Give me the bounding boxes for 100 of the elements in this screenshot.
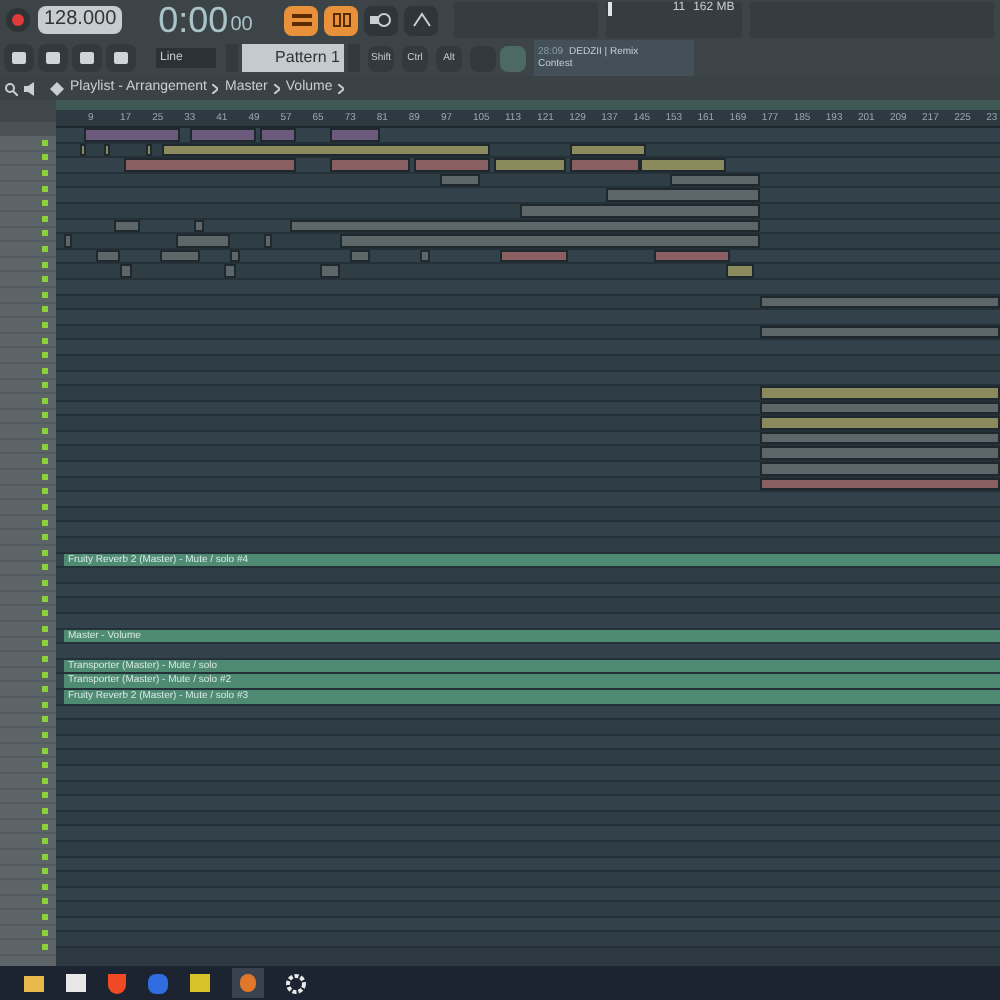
pattern-clip[interactable] <box>726 264 754 278</box>
pattern-clip[interactable] <box>176 234 230 248</box>
time-display: 0:00 <box>158 2 229 38</box>
track-mute-led[interactable] <box>42 488 48 495</box>
speaker-icon[interactable] <box>24 81 38 95</box>
pattern-clip[interactable] <box>194 219 204 233</box>
track-mute-led[interactable] <box>42 883 48 890</box>
track-mute-led[interactable] <box>42 671 48 678</box>
pattern-clip[interactable] <box>640 158 726 172</box>
track-mute-led[interactable] <box>42 898 48 905</box>
track-mute-led[interactable] <box>42 215 48 222</box>
track-mute-led[interactable] <box>42 823 48 830</box>
track-mute-led[interactable] <box>42 397 48 404</box>
loop-icon <box>370 12 393 28</box>
track-mute-led[interactable] <box>42 701 48 708</box>
track-mute-led[interactable] <box>42 807 48 814</box>
track-mute-led[interactable] <box>42 686 48 693</box>
track-mute-led[interactable] <box>42 321 48 328</box>
track-mute-led[interactable] <box>42 914 48 921</box>
track-mute-led[interactable] <box>42 291 48 298</box>
pattern-clip[interactable] <box>124 158 296 172</box>
track-mute-led[interactable] <box>42 382 48 389</box>
pattern-clip[interactable] <box>146 143 152 157</box>
track-mute-led[interactable] <box>42 580 48 587</box>
pattern-clip[interactable] <box>340 234 760 248</box>
pattern-clip[interactable] <box>264 234 272 248</box>
pattern-clip[interactable] <box>760 386 1000 400</box>
track-mute-led[interactable] <box>42 868 48 875</box>
pattern-clip[interactable] <box>494 158 566 172</box>
track-mute-led[interactable] <box>42 853 48 860</box>
track-mute-led[interactable] <box>42 944 48 951</box>
record-button[interactable] <box>6 8 30 32</box>
track-mute-led[interactable] <box>42 731 48 738</box>
track-mute-led[interactable] <box>42 154 48 161</box>
diamond-icon[interactable] <box>50 81 64 95</box>
pattern-clip[interactable] <box>104 143 110 157</box>
track-mute-led[interactable] <box>42 443 48 450</box>
track-mute-led[interactable] <box>42 352 48 359</box>
track-mute-led[interactable] <box>42 139 48 146</box>
track-mute-led[interactable] <box>42 245 48 252</box>
pattern-clip[interactable] <box>606 188 760 202</box>
track-mute-led[interactable] <box>42 367 48 374</box>
pattern-clip[interactable] <box>570 158 640 172</box>
metronome-button[interactable] <box>284 5 319 35</box>
track-mute-led[interactable] <box>42 549 48 556</box>
tempo-display[interactable]: 128.000 <box>38 6 123 34</box>
settings-icon[interactable] <box>286 973 306 993</box>
online-button[interactable] <box>500 45 526 71</box>
pattern-clip[interactable] <box>64 234 72 248</box>
wait-button[interactable] <box>404 5 439 35</box>
search-icon[interactable] <box>4 81 18 95</box>
track-mute-led[interactable] <box>42 534 48 541</box>
track-mute-led[interactable] <box>42 412 48 419</box>
bars-icon <box>291 14 312 26</box>
pattern-clip[interactable] <box>760 416 1000 430</box>
pattern-clip[interactable] <box>330 158 410 172</box>
track-mute-led[interactable] <box>42 792 48 799</box>
pattern-clip[interactable] <box>84 128 180 142</box>
track-mute-led[interactable] <box>42 610 48 617</box>
pattern-clip[interactable] <box>760 462 1000 476</box>
track-mute-led[interactable] <box>42 458 48 465</box>
track-mute-led[interactable] <box>42 777 48 784</box>
arrow-up-icon <box>411 12 432 28</box>
track-mute-led[interactable] <box>42 473 48 480</box>
track-mute-led[interactable] <box>42 276 48 283</box>
track-mute-led[interactable] <box>42 762 48 769</box>
track-mute-led[interactable] <box>42 655 48 662</box>
pattern-clip[interactable] <box>80 143 86 157</box>
countdown-button[interactable] <box>324 5 359 35</box>
track-mute-led[interactable] <box>42 519 48 526</box>
track-mute-led[interactable] <box>42 716 48 723</box>
scrollbar[interactable] <box>56 100 1000 110</box>
track-mute-led[interactable] <box>42 230 48 237</box>
track-mute-led[interactable] <box>42 261 48 268</box>
pattern-clip[interactable] <box>260 128 296 142</box>
track-mute-led[interactable] <box>42 929 48 936</box>
pattern-clip[interactable] <box>330 128 380 142</box>
pattern-clip[interactable] <box>760 446 1000 461</box>
track-mute-led[interactable] <box>42 838 48 845</box>
track-mute-led[interactable] <box>42 504 48 511</box>
pattern-clip[interactable] <box>420 249 430 263</box>
time-centiseconds: 00 <box>230 14 253 38</box>
track-mute-led[interactable] <box>42 185 48 192</box>
track-mute-led[interactable] <box>42 169 48 176</box>
square-app-icon[interactable] <box>148 973 168 993</box>
track-mute-led[interactable] <box>42 306 48 313</box>
track-mute-led[interactable] <box>42 564 48 571</box>
track-mute-led[interactable] <box>42 625 48 632</box>
shield-icon[interactable] <box>108 973 126 993</box>
pattern-clip[interactable] <box>414 158 490 172</box>
pattern-clip[interactable] <box>120 264 132 278</box>
track-mute-led[interactable] <box>42 747 48 754</box>
pattern-clip[interactable] <box>190 128 256 142</box>
loop-record-button[interactable] <box>364 5 399 35</box>
track-mute-led[interactable] <box>42 200 48 207</box>
pattern-selector[interactable]: Pattern 1 <box>242 44 344 72</box>
track-mute-led[interactable] <box>42 337 48 344</box>
track-mute-led[interactable] <box>42 595 48 602</box>
track-mute-led[interactable] <box>42 640 48 647</box>
track-mute-led[interactable] <box>42 428 48 435</box>
